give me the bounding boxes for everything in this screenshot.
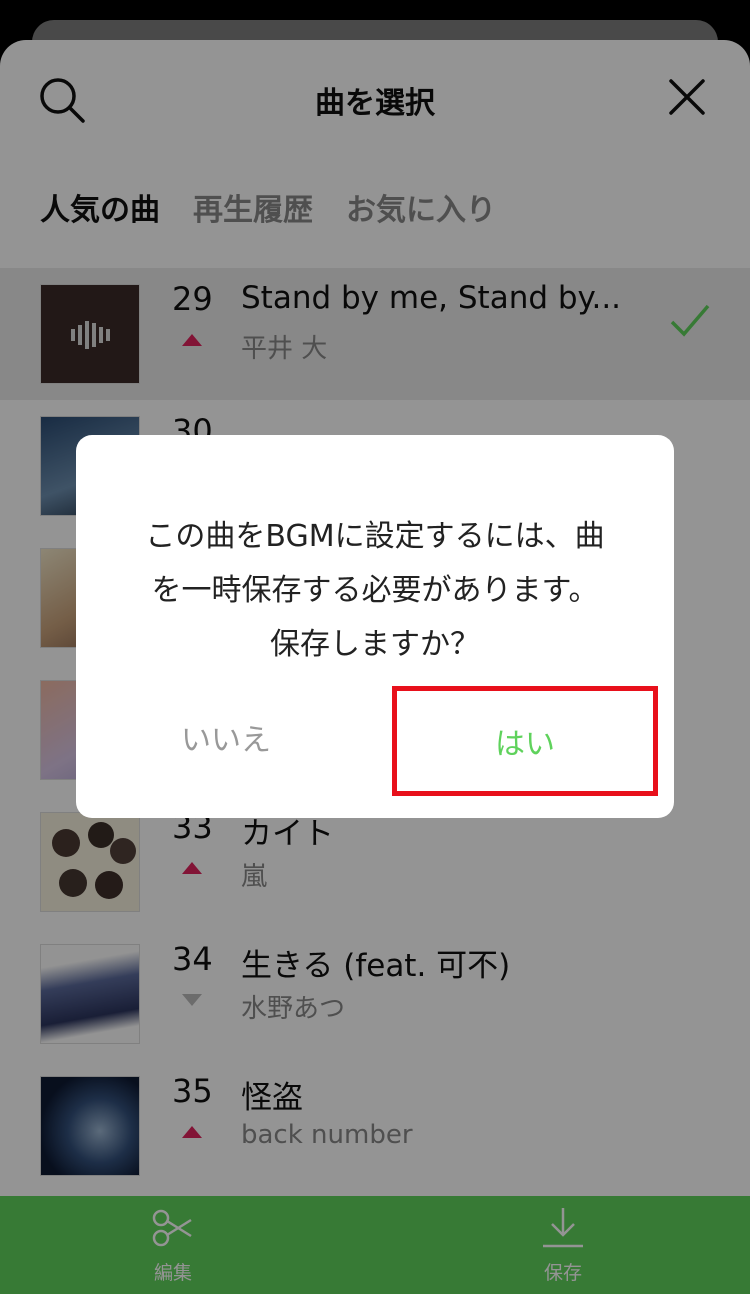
yes-button[interactable]: はい [397,691,653,791]
dialog-message-line: 保存しますか？ [270,627,480,662]
dialog-message-line: この曲をBGMに設定するには、曲 [145,519,605,554]
yes-button-highlight: はい [392,686,658,796]
no-button[interactable]: いいえ [106,715,346,759]
dialog-message: この曲をBGMに設定するには、曲 を一時保存する必要があります。 保存しますか？ [96,510,654,672]
dialog-message-line: を一時保存する必要があります。 [151,573,599,608]
save-confirm-dialog: この曲をBGMに設定するには、曲 を一時保存する必要があります。 保存しますか？… [76,435,674,818]
